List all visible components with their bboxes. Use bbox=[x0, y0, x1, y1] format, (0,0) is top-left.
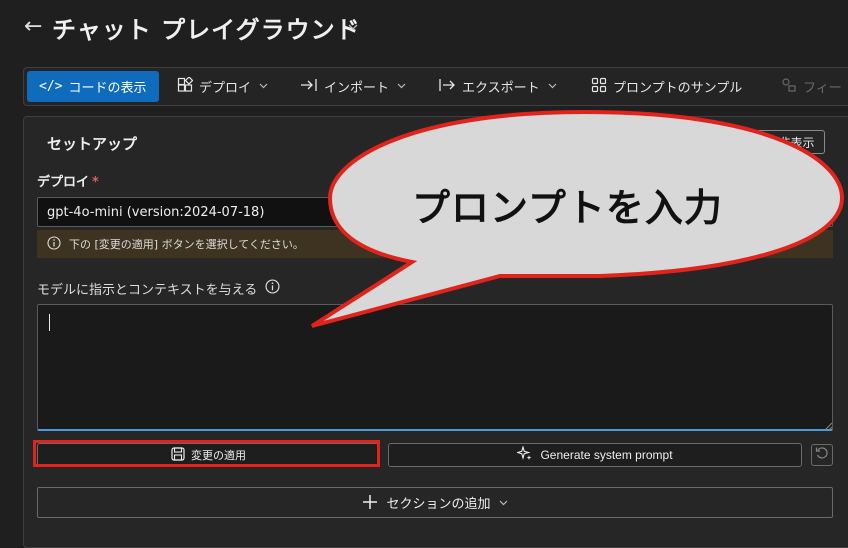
speech-bubble-callout bbox=[310, 109, 845, 328]
callout-text: プロンプトを入力 bbox=[412, 186, 723, 230]
